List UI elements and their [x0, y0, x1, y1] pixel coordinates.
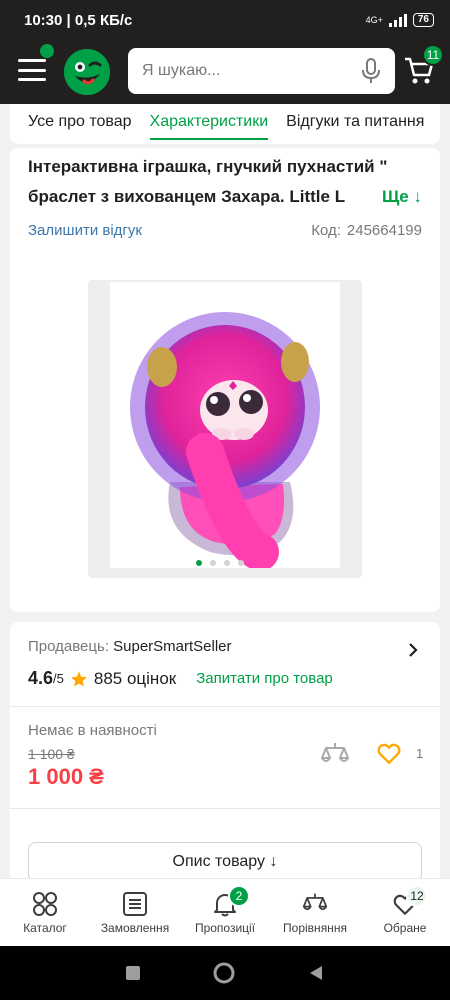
offers-badge: 2 [228, 885, 250, 907]
cart-count-badge: 11 [422, 44, 444, 66]
product-title: Інтерактивна іграшка, гнучкий пухнастий … [28, 157, 388, 206]
search-placeholder: Я шукаю... [142, 62, 221, 79]
menu-notification-dot [40, 44, 54, 58]
logo-icon[interactable] [64, 49, 110, 95]
nav-catalog[interactable]: Каталог [0, 879, 90, 946]
seller-name[interactable]: SuperSmartSeller [113, 638, 231, 655]
nav-favorites[interactable]: 12 Обране [360, 879, 450, 946]
chevron-right-icon[interactable] [408, 642, 418, 658]
favorite-heart-icon[interactable] [376, 740, 402, 766]
divider [10, 808, 440, 809]
reviews-count[interactable]: 885 оцінок [94, 669, 176, 689]
tab-characteristics[interactable]: Характеристики [141, 104, 278, 144]
seller-info[interactable]: Продавець: SuperSmartSeller [28, 638, 232, 655]
compare-icon [302, 893, 328, 911]
battery-level: 76 [417, 14, 429, 25]
product-gallery[interactable] [88, 280, 362, 578]
signal-icon [388, 13, 407, 27]
product-card: Інтерактивна іграшка, гнучкий пухнастий … [10, 148, 440, 612]
bottom-navigation: Каталог Замовлення 2 Пропозиції Порівнян… [0, 878, 450, 946]
expand-title-button[interactable]: Ще ↓ [367, 182, 422, 212]
rating-value: 4.6 [28, 668, 54, 688]
catalog-icon [33, 892, 57, 916]
search-input[interactable]: Я шукаю... [128, 48, 395, 94]
favorite-count: 1 [416, 746, 424, 761]
leave-review-link[interactable]: Залишити відгук [28, 222, 142, 239]
gallery-dot-3[interactable] [224, 560, 230, 566]
nav-catalog-label: Каталог [23, 921, 67, 935]
nav-orders[interactable]: Замовлення [90, 879, 180, 946]
battery-icon: 76 [412, 13, 434, 27]
nav-offers[interactable]: 2 Пропозиції [180, 879, 270, 946]
current-price: 1 000 ₴ [28, 764, 104, 789]
orders-icon [123, 892, 147, 916]
tab-all-about-product[interactable]: Усе про товар [10, 104, 141, 144]
home-icon[interactable] [213, 962, 235, 984]
nav-compare-label: Порівняння [283, 921, 347, 935]
gallery-indicator [196, 560, 244, 566]
nav-favorites-label: Обране [383, 921, 427, 935]
availability-status: Немає в наявності [28, 722, 157, 739]
status-right: 4G+ 76 [366, 13, 434, 27]
status-time: 10:30 [24, 11, 63, 29]
gallery-dot-2[interactable] [210, 560, 216, 566]
rating-row: 4.6 /5 885 оцінок Запитати про товар [28, 668, 333, 689]
network-label: 4G+ [365, 15, 383, 25]
rating-max: /5 [53, 671, 64, 686]
plush-bracelet-toy-image [130, 312, 320, 571]
product-description-button[interactable]: Опис товару ↓ [28, 842, 422, 882]
compare-scales-icon[interactable] [320, 740, 350, 770]
tab-reviews-questions[interactable]: Відгуки та питання [277, 104, 433, 144]
menu-icon[interactable] [18, 59, 46, 81]
status-left: 10:30 | 0,5 КБ/с [24, 11, 133, 29]
app-header: Я шукаю... 11 [0, 40, 450, 104]
product-code: Код: 245664199 [311, 222, 422, 239]
ask-question-link[interactable]: Запитати про товар [196, 670, 333, 687]
gallery-dot-4[interactable] [238, 560, 244, 566]
product-code-label: Код: [311, 222, 341, 239]
divider [10, 706, 440, 707]
product-tabs: Усе про товар Характеристики Відгуки та … [10, 104, 440, 144]
microphone-icon[interactable] [361, 58, 381, 84]
back-icon[interactable] [308, 965, 324, 981]
old-price: 1 100 ₴ [28, 746, 75, 762]
offer-card: Продавець: SuperSmartSeller 4.6 /5 885 о… [10, 622, 440, 882]
status-speed: 0,5 КБ/с [74, 11, 133, 29]
status-bar: 10:30 | 0,5 КБ/с 4G+ 76 [0, 0, 450, 40]
seller-label: Продавець: [28, 638, 109, 655]
system-navigation-bar [0, 946, 450, 1000]
product-image[interactable] [110, 282, 340, 571]
gallery-dot-1[interactable] [196, 560, 202, 566]
nav-offers-label: Пропозиції [194, 921, 256, 935]
favorites-badge: 12 [406, 885, 428, 907]
recents-icon[interactable] [126, 966, 141, 980]
nav-compare[interactable]: Порівняння [270, 879, 360, 946]
nav-orders-label: Замовлення [100, 921, 170, 935]
product-code-value: 245664199 [346, 222, 422, 239]
star-icon [71, 671, 87, 686]
